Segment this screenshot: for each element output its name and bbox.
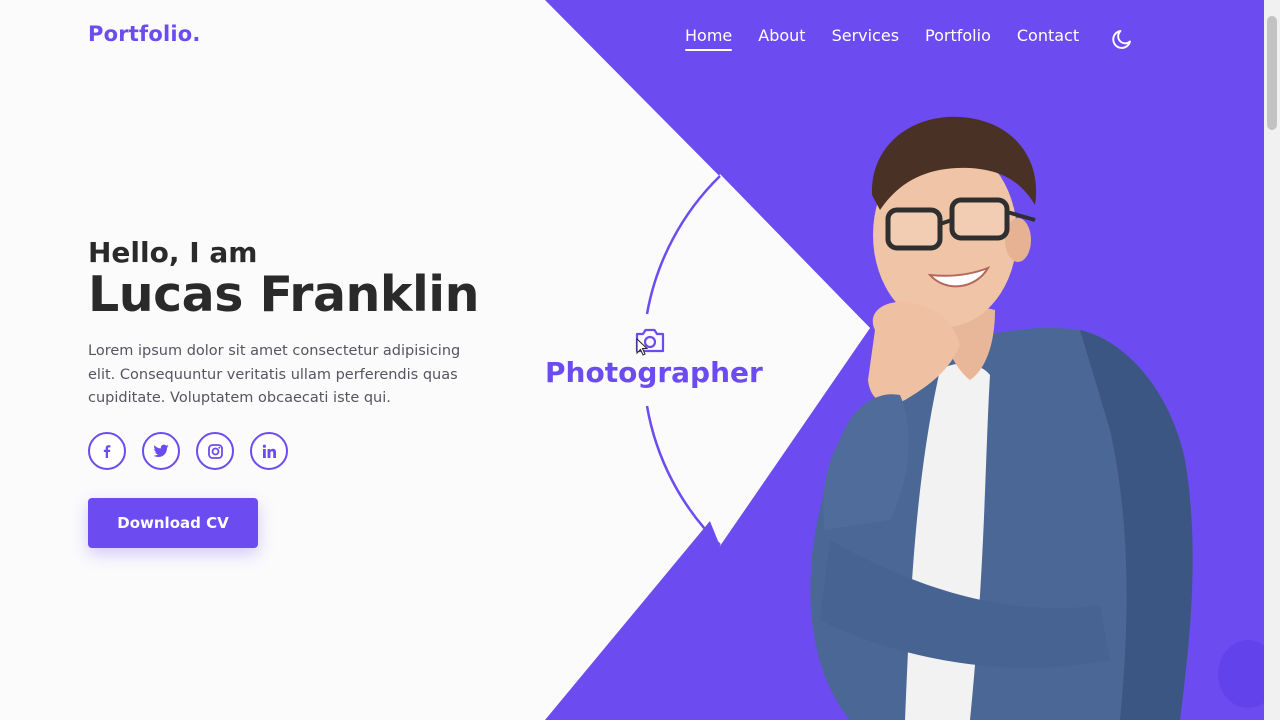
social-links — [88, 432, 304, 470]
main-nav: Home About Services Portfolio Contact — [672, 26, 1134, 51]
hero-description: Lorem ipsum dolor sit amet consectetur a… — [88, 343, 461, 406]
download-cv-button[interactable]: Download CV — [88, 498, 258, 548]
role-title: Photographer — [545, 356, 763, 389]
mouse-cursor-icon — [636, 338, 648, 356]
linkedin-icon[interactable] — [250, 432, 288, 470]
facebook-icon[interactable] — [88, 432, 126, 470]
moon-icon[interactable] — [1110, 27, 1134, 51]
hero-name: Lucas Franklin — [88, 266, 479, 323]
glasses-left — [885, 207, 943, 251]
greeting: Hello, I am — [88, 236, 258, 269]
instagram-icon[interactable] — [196, 432, 234, 470]
nav-home[interactable]: Home — [685, 26, 733, 51]
nav-about[interactable]: About — [758, 26, 805, 51]
twitter-icon[interactable] — [142, 432, 180, 470]
scrollbar-thumb[interactable] — [1267, 16, 1277, 130]
nav-contact[interactable]: Contact — [1017, 26, 1079, 51]
portrait-image — [810, 116, 1193, 720]
logo[interactable]: Portfolio. — [88, 22, 201, 46]
nav-portfolio[interactable]: Portfolio — [925, 26, 991, 51]
page-scrollbar[interactable] — [1264, 0, 1280, 720]
nav-services[interactable]: Services — [832, 26, 899, 51]
glasses-right — [949, 197, 1010, 241]
